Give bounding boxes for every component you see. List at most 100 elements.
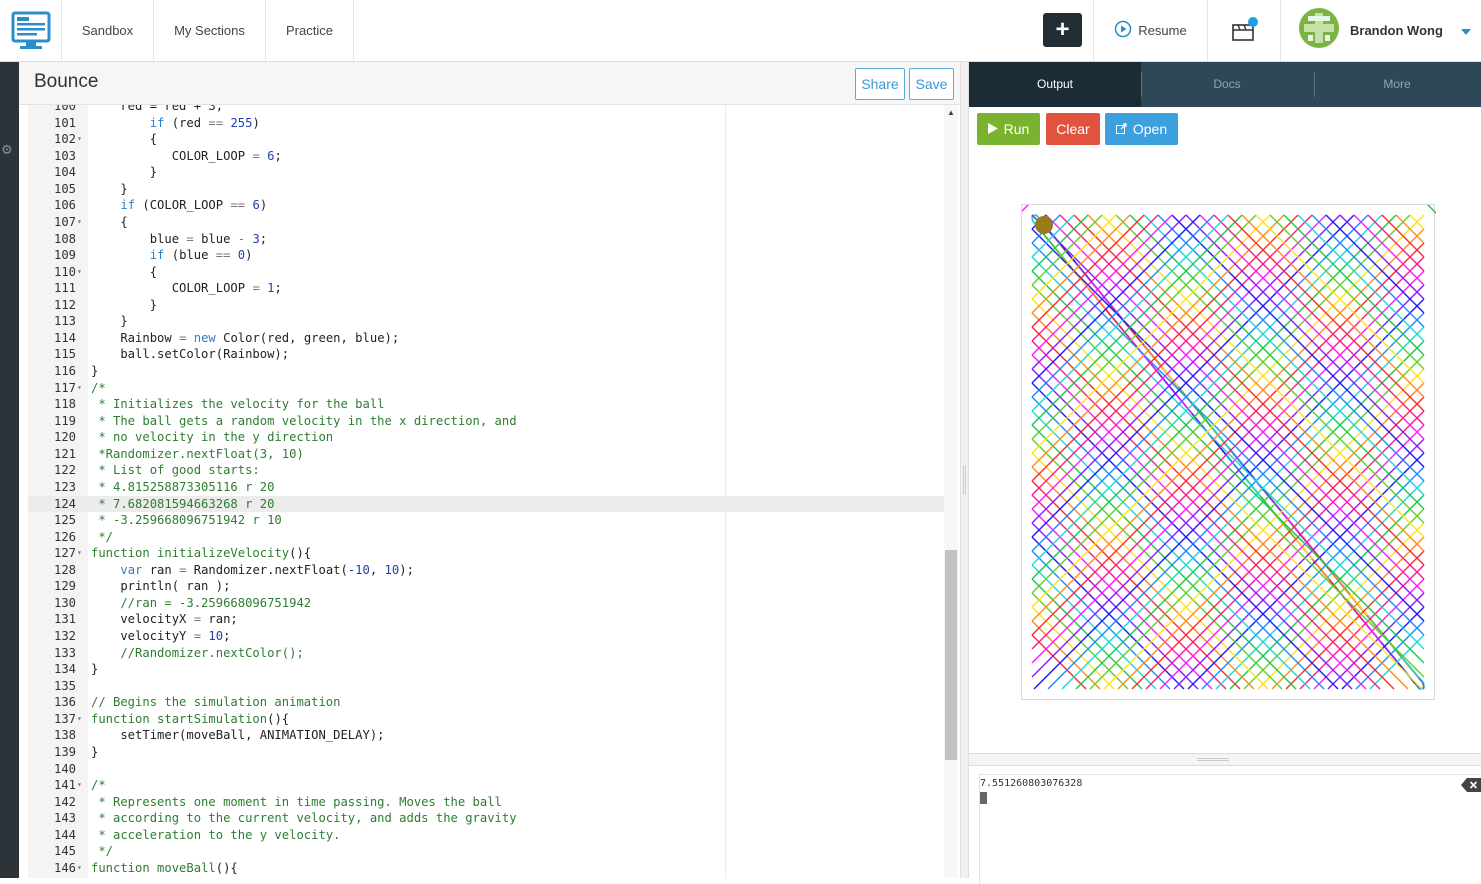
- code-line[interactable]: 141 ▾ /*: [28, 777, 954, 794]
- ball-trail: [1091, 282, 1098, 289]
- code-line[interactable]: 111 COLOR_LOOP = 1;: [28, 280, 954, 297]
- code-line[interactable]: 120 * no velocity in the y direction: [28, 429, 954, 446]
- code-line[interactable]: 106 if (COLOR_LOOP == 6): [28, 197, 954, 214]
- fold-arrow-icon[interactable]: ▾: [77, 264, 87, 281]
- user-profile-menu[interactable]: Brandon Wong: [1281, 0, 1481, 61]
- code-line[interactable]: 110 ▾ {: [28, 264, 954, 281]
- output-canvas[interactable]: [1022, 205, 1436, 701]
- nav-link-sandbox[interactable]: Sandbox: [62, 0, 154, 61]
- code-line[interactable]: 123 * 4.815258873305116 r 20: [28, 479, 954, 496]
- console-area[interactable]: [979, 774, 1479, 884]
- fold-arrow-icon[interactable]: ▾: [77, 380, 87, 397]
- code-editor[interactable]: 100 red = red + 3; 101 if (red == 255) 102…: [19, 105, 960, 878]
- code-line[interactable]: 109 if (blue == 0): [28, 247, 954, 264]
- open-button[interactable]: Open: [1105, 113, 1178, 145]
- code-line[interactable]: 107 ▾ {: [28, 214, 954, 231]
- run-button[interactable]: Run: [977, 113, 1040, 145]
- code-line[interactable]: 131 velocityX = ran;: [28, 611, 954, 628]
- notifications-button[interactable]: [1208, 0, 1281, 61]
- code-line[interactable]: 100 red = red + 3;: [28, 105, 954, 115]
- code-line[interactable]: 114 Rainbow = new Color(red, green, blue…: [28, 330, 954, 347]
- code-line[interactable]: 127 ▾ function initializeVelocity(){: [28, 545, 954, 562]
- code-line[interactable]: 104 }: [28, 164, 954, 181]
- program-title: Bounce: [34, 71, 99, 92]
- code-line[interactable]: 108 blue = blue - 3;: [28, 231, 954, 248]
- nav-link-practice[interactable]: Practice: [266, 0, 354, 61]
- code-line[interactable]: 125 * -3.259668096751942 r 10: [28, 512, 954, 529]
- code-text: /*: [91, 380, 106, 395]
- code-line[interactable]: 117 ▾ /*: [28, 380, 954, 397]
- code-line[interactable]: 145 */: [28, 843, 954, 860]
- code-line[interactable]: 128 var ran = Randomizer.nextFloat(-10, …: [28, 562, 954, 579]
- code-line[interactable]: 103 COLOR_LOOP = 6;: [28, 148, 954, 165]
- console-splitter-grip[interactable]: [1197, 758, 1229, 761]
- ball-trail: [1156, 360, 1162, 367]
- code-line[interactable]: 130 //ran = -3.259668096751942: [28, 595, 954, 612]
- code-line[interactable]: 144 * acceleration to the y velocity.: [28, 827, 954, 844]
- code-line[interactable]: 115 ball.setColor(Rainbow);: [28, 346, 954, 363]
- avatar: [1298, 7, 1340, 54]
- code-line[interactable]: 105 }: [28, 181, 954, 198]
- save-button[interactable]: Save: [909, 68, 954, 100]
- code-text: * List of good starts:: [91, 463, 260, 478]
- fold-arrow-icon[interactable]: ▾: [77, 214, 87, 231]
- clear-button[interactable]: Clear: [1046, 113, 1100, 145]
- code-line[interactable]: 129 println( ran );: [28, 578, 954, 595]
- code-line[interactable]: 140: [28, 761, 954, 778]
- code-line[interactable]: 134}: [28, 661, 954, 678]
- line-number: 114: [53, 330, 76, 345]
- scroll-up-arrow-icon[interactable]: ▲: [947, 108, 955, 117]
- resume-button[interactable]: Resume: [1094, 0, 1208, 61]
- tab-output[interactable]: Output: [969, 62, 1141, 107]
- code-line[interactable]: 143 * according to the current velocity,…: [28, 810, 954, 827]
- code-line[interactable]: 126 */: [28, 529, 954, 546]
- editor-scrollbar[interactable]: ▲: [944, 105, 958, 878]
- line-number: 124: [53, 496, 76, 511]
- code-line[interactable]: 142 * Represents one moment in time pass…: [28, 794, 954, 811]
- gear-icon[interactable]: ⚙: [1, 142, 13, 158]
- code-line[interactable]: 121 *Randomizer.nextFloat(3, 10): [28, 446, 954, 463]
- code-line[interactable]: 136 // Begins the simulation animation: [28, 694, 954, 711]
- line-number: 104: [53, 165, 76, 180]
- console-panel: 7.551260803076328: [969, 766, 1481, 884]
- code-line[interactable]: 137 ▾ function startSimulation(){: [28, 711, 954, 728]
- console-splitter[interactable]: [969, 753, 1481, 766]
- code-line[interactable]: 146 ▾ function moveBall(){: [28, 860, 954, 877]
- fold-arrow-icon[interactable]: ▾: [77, 777, 87, 794]
- code-line[interactable]: 132 velocityY = 10;: [28, 628, 954, 645]
- code-line[interactable]: 119 * The ball gets a random velocity in…: [28, 413, 954, 430]
- fold-arrow-icon[interactable]: ▾: [77, 131, 87, 148]
- line-number: 125: [53, 513, 76, 528]
- tab-more[interactable]: More: [1313, 62, 1481, 107]
- fold-arrow-icon[interactable]: ▾: [77, 860, 87, 877]
- share-button[interactable]: Share: [855, 68, 905, 100]
- panel-splitter[interactable]: [960, 62, 969, 878]
- code-line[interactable]: 124 * 7.682081594663268 r 20: [28, 495, 954, 513]
- fold-arrow-icon[interactable]: ▾: [77, 545, 87, 562]
- code-line[interactable]: 116}: [28, 363, 954, 380]
- code-line[interactable]: 133 //Randomizer.nextColor();: [28, 645, 954, 662]
- code-line[interactable]: 135: [28, 678, 954, 695]
- scrollbar-thumb[interactable]: [945, 550, 957, 760]
- code-line[interactable]: 122 * List of good starts:: [28, 462, 954, 479]
- clear-console-icon[interactable]: [1461, 778, 1481, 792]
- create-new-button[interactable]: +: [1043, 13, 1082, 47]
- external-link-icon: [1115, 121, 1127, 137]
- code-line[interactable]: 138 setTimer(moveBall, ANIMATION_DELAY);: [28, 727, 954, 744]
- code-line[interactable]: 139}: [28, 744, 954, 761]
- code-text: }: [91, 181, 128, 196]
- line-number: 110: [53, 264, 76, 279]
- splitter-grip[interactable]: [963, 465, 966, 495]
- code-line[interactable]: 101 if (red == 255): [28, 115, 954, 132]
- ball-trail: [1049, 241, 1055, 248]
- nav-link-my-sections[interactable]: My Sections: [154, 0, 266, 61]
- ball-trail: [1409, 666, 1416, 674]
- codehs-monitor-icon[interactable]: [0, 0, 62, 61]
- code-line[interactable]: 112 }: [28, 297, 954, 314]
- fold-arrow-icon[interactable]: ▾: [77, 711, 87, 728]
- tab-docs[interactable]: Docs: [1141, 62, 1313, 107]
- code-line[interactable]: 118 * Initializes the velocity for the b…: [28, 396, 954, 413]
- code-line[interactable]: 113 }: [28, 313, 954, 330]
- code-line[interactable]: 102 ▾ {: [28, 131, 954, 148]
- line-number: 139: [53, 744, 76, 759]
